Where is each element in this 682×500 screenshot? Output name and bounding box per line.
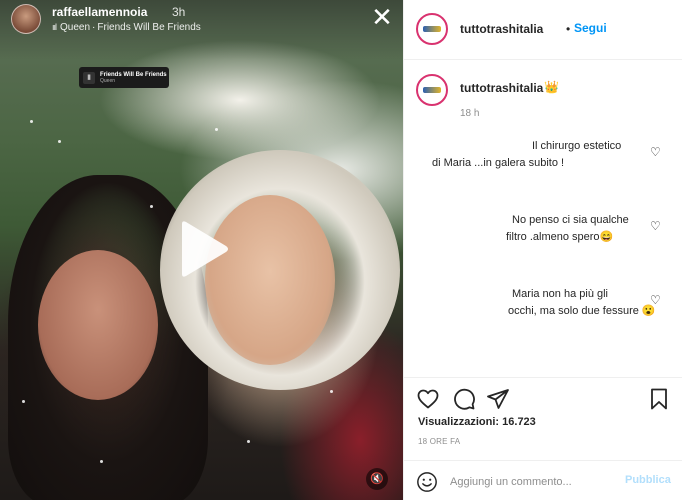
story-video[interactable]: raffaellamennoia 3h ııl Queen · Friends Wil… — [0, 0, 403, 500]
close-icon[interactable]: ✕ — [370, 4, 394, 30]
comment-input[interactable] — [450, 473, 620, 491]
header-dot: • — [566, 22, 571, 36]
mute-icon[interactable]: 🔇 — [366, 468, 388, 490]
post-header: tuttotrashitalia • Segui — [404, 0, 682, 60]
comment-text-line1: Il chirurgo estetico — [532, 140, 622, 152]
emoji-icon[interactable] — [416, 471, 438, 493]
comment-text-line2: filtro .almeno spero😄 — [506, 231, 614, 243]
person-left-face — [38, 250, 158, 400]
comment-text-line1: Maria non ha più gli — [512, 288, 609, 300]
follow-button[interactable]: Segui — [574, 21, 607, 35]
music-title: Friends Will Be Friends — [97, 22, 201, 33]
play-icon[interactable] — [172, 218, 232, 280]
sticker-artist: Queen — [100, 77, 116, 84]
heart-icon[interactable]: ♡ — [650, 293, 661, 307]
story-avatar[interactable] — [11, 4, 41, 34]
heart-icon[interactable]: ♡ — [650, 219, 661, 233]
sparkle — [58, 140, 61, 143]
sparkle — [330, 390, 333, 393]
heart-icon[interactable] — [416, 387, 440, 411]
caption-username[interactable]: tuttotrashitalia — [460, 81, 543, 95]
story-username[interactable]: raffaellamennoia — [52, 5, 147, 19]
comment-text-line2: di Maria ...in galera subito ! — [432, 157, 565, 169]
bookmark-icon[interactable] — [647, 387, 671, 411]
instagram-post: raffaellamennoia 3h ııl Queen · Friends Wil… — [0, 0, 682, 500]
heart-icon[interactable]: ♡ — [650, 145, 661, 159]
post-sidebar: tuttotrashitalia • Segui tuttotrashitali… — [403, 0, 682, 500]
add-comment-bar: Pubblica — [404, 460, 682, 500]
share-icon[interactable] — [486, 387, 510, 411]
crown-emoji: 👑 — [544, 80, 559, 94]
music-sticker[interactable]: ▮ Friends Will Be Friends Queen — [79, 67, 169, 88]
account-avatar[interactable] — [416, 13, 448, 45]
music-artist: Queen — [60, 22, 91, 33]
sparkle — [30, 120, 33, 123]
sparkle — [22, 400, 25, 403]
post-timestamp: 18 ORE FA — [418, 437, 461, 446]
sparkle — [247, 440, 250, 443]
caption-time: 18 h — [460, 108, 480, 119]
comment-icon[interactable] — [452, 387, 476, 411]
story-music-info[interactable]: ııl Queen · Friends Will Be Friends — [52, 22, 201, 33]
comment-text-line2: occhi, ma solo due fessure 😮 — [508, 305, 656, 317]
divider — [404, 377, 682, 378]
publish-button[interactable]: Pubblica — [625, 474, 671, 486]
sparkle — [215, 128, 218, 131]
story-time: 3h — [172, 5, 186, 19]
caption-avatar[interactable] — [416, 74, 448, 106]
header-username[interactable]: tuttotrashitalia — [460, 22, 543, 36]
album-art-icon: ▮ — [83, 71, 95, 84]
comment-text-line1: No penso ci sia qualche — [512, 214, 629, 226]
music-separator: · — [92, 22, 96, 33]
views-count[interactable]: Visualizzazioni: 16.723 — [418, 416, 536, 428]
music-bars-icon: ııl — [52, 22, 57, 32]
sparkle — [100, 460, 103, 463]
sparkle — [150, 205, 153, 208]
